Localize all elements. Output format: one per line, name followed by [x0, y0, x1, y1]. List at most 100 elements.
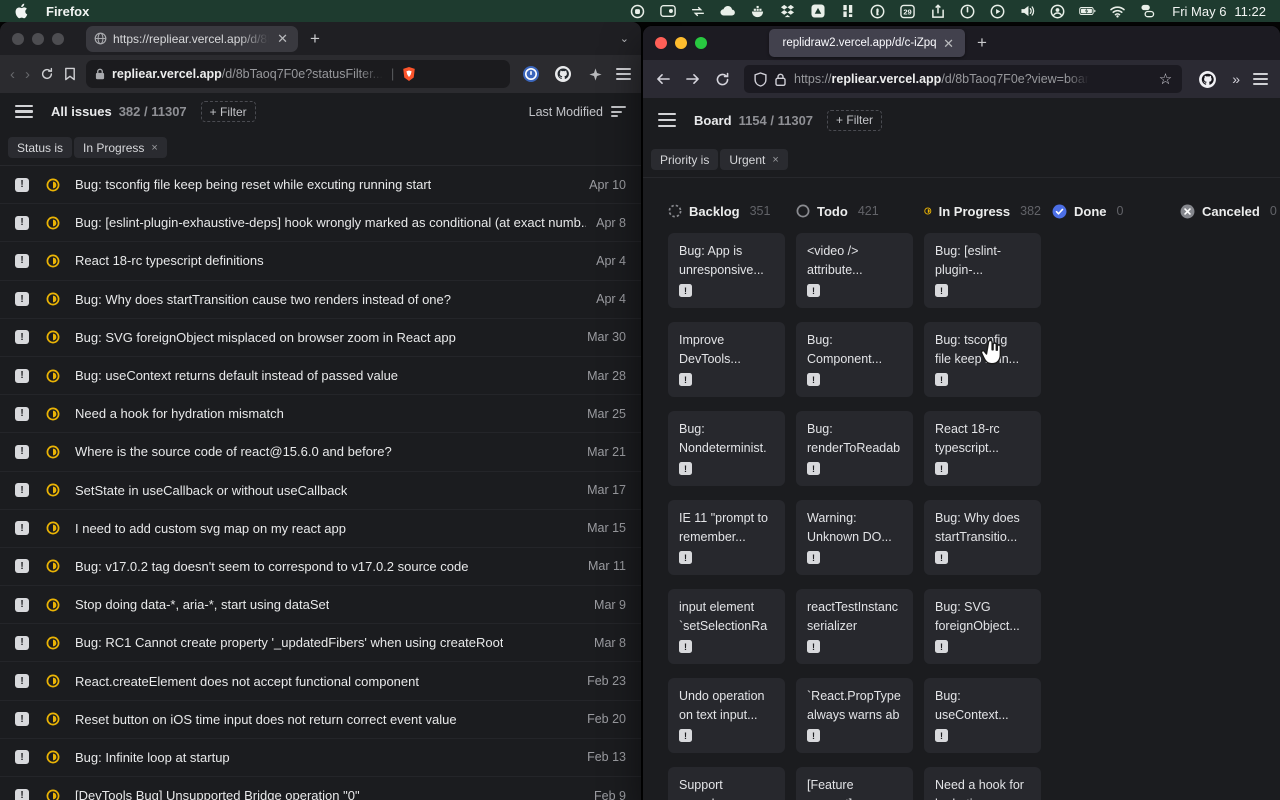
board-card[interactable]: Bug: [eslint-plugin-...!: [924, 233, 1041, 308]
tracking-shield-icon[interactable]: [754, 72, 767, 87]
board-card[interactable]: Bug:Nondeterminist.!: [668, 411, 785, 486]
board-card[interactable]: [Featurerequest] expo...!: [796, 767, 913, 800]
wifi-icon[interactable]: [1109, 3, 1126, 20]
board-card[interactable]: Bug:useContext...!: [924, 678, 1041, 753]
lock-icon[interactable]: [775, 73, 786, 86]
play-circle-icon[interactable]: [989, 3, 1006, 20]
issue-row[interactable]: !Stop doing data-*, aria-*, start using …: [0, 586, 641, 624]
add-filter-button[interactable]: + Filter: [201, 101, 256, 122]
add-filter-button[interactable]: + Filter: [827, 110, 882, 131]
zoom-window-button[interactable]: [695, 37, 707, 49]
new-tab-button[interactable]: +: [310, 29, 320, 49]
issue-row[interactable]: !I need to add custom svg map on my reac…: [0, 510, 641, 548]
zoom-window-button[interactable]: [52, 33, 64, 45]
onepassword-menubar-icon[interactable]: [869, 3, 886, 20]
remove-filter-icon[interactable]: ×: [772, 154, 778, 166]
menubar-clock[interactable]: Fri May 6 11:22: [1172, 4, 1266, 19]
issue-row[interactable]: !Bug: v17.0.2 tag doesn't seem to corres…: [0, 548, 641, 586]
board-card[interactable]: Bug: tsconfigfile keep bein...!: [924, 322, 1041, 397]
stats-bars-icon[interactable]: [839, 3, 856, 20]
minimize-window-button[interactable]: [32, 33, 44, 45]
board-card[interactable]: Bug:renderToReadab!: [796, 411, 913, 486]
record-icon[interactable]: [629, 3, 646, 20]
filter-field-chip[interactable]: Priority is: [651, 149, 718, 170]
volume-icon[interactable]: [1019, 3, 1036, 20]
filter-value-chip[interactable]: Urgent ×: [720, 149, 787, 170]
board-card[interactable]: Bug: SVGforeignObject...!: [924, 589, 1041, 664]
reload-button[interactable]: [715, 72, 730, 87]
forward-button[interactable]: ›: [25, 66, 30, 83]
back-button[interactable]: [655, 72, 671, 86]
sidebar-menu-icon[interactable]: [658, 113, 676, 127]
docker-icon[interactable]: [749, 3, 766, 20]
board-card[interactable]: Bug: App isunresponsive...!: [668, 233, 785, 308]
leo-ai-sparkle-icon[interactable]: [584, 63, 606, 85]
apple-menu-icon[interactable]: [14, 3, 28, 19]
github-extension-icon[interactable]: [1196, 68, 1218, 90]
issue-row[interactable]: !Bug: RC1 Cannot create property '_updat…: [0, 624, 641, 662]
issue-row[interactable]: !Bug: SVG foreignObject misplaced on bro…: [0, 319, 641, 357]
bookmark-star-icon[interactable]: ☆: [1159, 70, 1172, 88]
new-tab-button[interactable]: +: [977, 33, 987, 53]
power-icon[interactable]: [959, 3, 976, 20]
forward-button[interactable]: [685, 72, 701, 86]
issue-row[interactable]: !Bug: useContext returns default instead…: [0, 357, 641, 395]
back-button[interactable]: ‹: [10, 66, 15, 83]
share-icon[interactable]: [929, 3, 946, 20]
browser-tab[interactable]: replidraw2.vercel.app/d/c-iZpq ✕: [769, 29, 965, 57]
browser-menu-icon[interactable]: [616, 68, 631, 79]
address-bar[interactable]: https://repliear.vercel.app/d/8bTaoq7F0e…: [744, 65, 1182, 93]
board-card[interactable]: IE 11 "prompt toremember...!: [668, 500, 785, 575]
battery-icon[interactable]: [1079, 3, 1096, 20]
issue-row[interactable]: !SetState in useCallback or without useC…: [0, 472, 641, 510]
issue-row[interactable]: !Bug: Why does startTransition cause two…: [0, 281, 641, 319]
tab-close-icon[interactable]: ✕: [275, 32, 290, 45]
filter-field-chip[interactable]: Status is: [8, 137, 72, 158]
issue-row[interactable]: !Need a hook for hydration mismatchMar 2…: [0, 395, 641, 433]
github-extension-icon[interactable]: [552, 63, 574, 85]
sidebar-menu-icon[interactable]: [15, 105, 33, 119]
fast-user-switch-icon[interactable]: [1139, 3, 1156, 20]
browser-menu-icon[interactable]: [1253, 73, 1268, 84]
issue-row[interactable]: !Where is the source code of react@15.6.…: [0, 433, 641, 471]
close-window-button[interactable]: [12, 33, 24, 45]
board-card[interactable]: <video />attribute...!: [796, 233, 913, 308]
board-card[interactable]: input element`setSelectionRa!: [668, 589, 785, 664]
board-card[interactable]: Supportasynchronous...!: [668, 767, 785, 800]
calendar-icon[interactable]: 29: [899, 3, 916, 20]
issue-row[interactable]: !Bug: Infinite loop at startupFeb 13: [0, 739, 641, 777]
browser-tab[interactable]: https://repliear.vercel.app/d/8b ✕: [86, 26, 298, 52]
issue-row[interactable]: !Bug: [eslint-plugin-exhaustive-deps] ho…: [0, 204, 641, 242]
minimize-window-button[interactable]: [675, 37, 687, 49]
onepassword-extension-icon[interactable]: [520, 63, 542, 85]
close-window-button[interactable]: [655, 37, 667, 49]
reload-button[interactable]: [40, 67, 54, 81]
sync-icon[interactable]: [689, 3, 706, 20]
issue-row[interactable]: !React.createElement does not accept fun…: [0, 662, 641, 700]
sort-control[interactable]: Last Modified: [529, 105, 626, 119]
menubar-app-name[interactable]: Firefox: [46, 4, 89, 19]
board-card[interactable]: Bug: Why doesstartTransitio...!: [924, 500, 1041, 575]
account-icon[interactable]: [1049, 3, 1066, 20]
overflow-chevrons-icon[interactable]: »: [1232, 71, 1239, 87]
bookmark-icon[interactable]: [64, 67, 76, 81]
address-bar[interactable]: repliear.vercel.app /d/8bTaoq7F0e?status…: [86, 60, 510, 88]
board-card[interactable]: React 18-rctypescript...!: [924, 411, 1041, 486]
app-triangle-icon[interactable]: [809, 3, 826, 20]
tab-close-icon[interactable]: ✕: [941, 37, 956, 50]
cloud-icon[interactable]: [719, 3, 736, 20]
board-card[interactable]: ImproveDevTools...!: [668, 322, 785, 397]
filter-value-chip[interactable]: In Progress ×: [74, 137, 167, 158]
remove-filter-icon[interactable]: ×: [151, 142, 157, 154]
issue-row[interactable]: !Reset button on iOS time input does not…: [0, 701, 641, 739]
board-card[interactable]: reactTestInstancserializer!: [796, 589, 913, 664]
screen-capture-icon[interactable]: [659, 3, 676, 20]
right-traffic-lights[interactable]: [655, 37, 707, 49]
issue-row[interactable]: !Bug: tsconfig file keep being reset whi…: [0, 166, 641, 204]
board-card[interactable]: Warning:Unknown DO...!: [796, 500, 913, 575]
tab-list-chevron-icon[interactable]: ⌄: [620, 32, 629, 45]
brave-shield-icon[interactable]: [402, 66, 416, 82]
board-card[interactable]: Undo operationon text input...!: [668, 678, 785, 753]
dropbox-icon[interactable]: [779, 3, 796, 20]
board-card[interactable]: `React.PropTypealways warns ab!: [796, 678, 913, 753]
